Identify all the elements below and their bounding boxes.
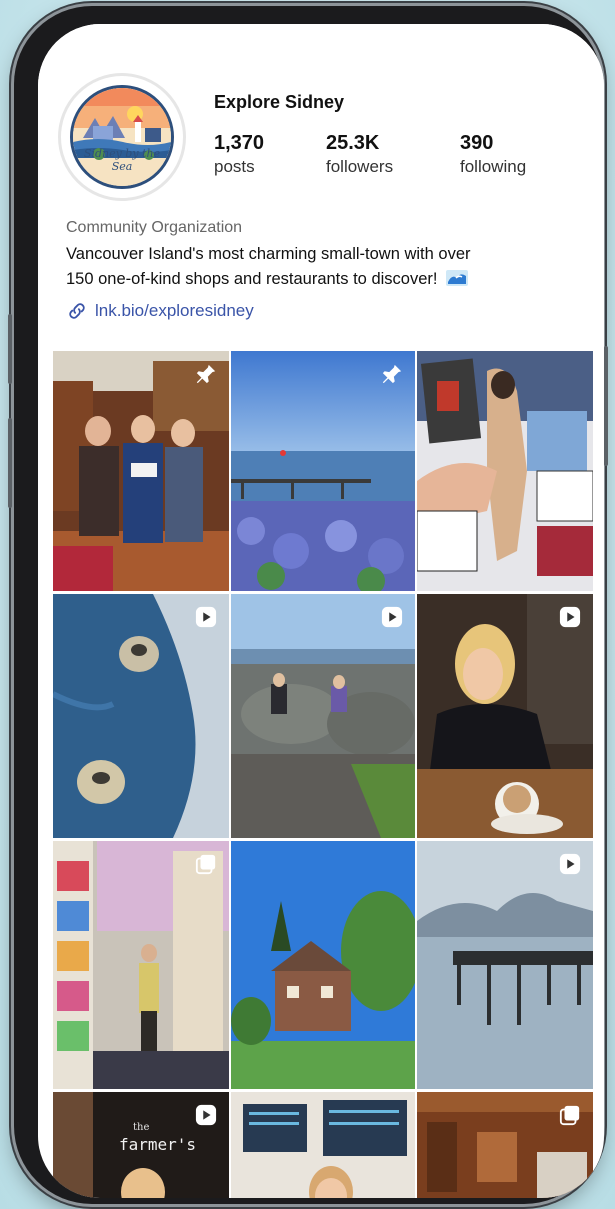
grid-post-2[interactable] xyxy=(231,351,415,591)
volume-up-button xyxy=(8,314,12,384)
power-button xyxy=(604,346,608,466)
post-10-overlay-text: farmer's xyxy=(119,1135,196,1154)
sidney-logo: Sidney by the Sea xyxy=(70,85,174,189)
profile-header: Sidney by the Sea Explore Sidney 1,370 p… xyxy=(38,24,604,351)
reel-icon xyxy=(381,606,403,628)
posts-count: 1,370 xyxy=(214,132,265,154)
grid-post-7[interactable] xyxy=(53,841,229,1089)
profile-category: Community Organization xyxy=(66,219,243,236)
bio-line-2: 150 one-of-kind shops and restaurants to… xyxy=(66,270,438,288)
following-count: 390 xyxy=(460,132,494,154)
grid-post-9[interactable] xyxy=(417,841,593,1089)
grid-post-5[interactable] xyxy=(231,594,415,838)
profile-link-text: lnk.bio/exploresidney xyxy=(95,301,254,320)
logo-text: Sidney by the Sea xyxy=(83,147,161,173)
post-4-image xyxy=(53,594,229,838)
post-8-image xyxy=(231,841,415,1089)
profile-link[interactable]: lnk.bio/exploresidney xyxy=(66,300,254,322)
post-1-image xyxy=(53,351,229,591)
post-11-image xyxy=(231,1092,415,1198)
svg-text:the: the xyxy=(133,1122,149,1133)
post-3-image xyxy=(417,351,593,591)
post-2-image xyxy=(231,351,415,591)
bio-line-2-wrap: 150 one-of-kind shops and restaurants to… xyxy=(66,267,586,292)
post-5-image xyxy=(231,594,415,838)
grid-post-3[interactable] xyxy=(417,351,593,591)
post-6-image xyxy=(417,594,593,838)
followers-stat[interactable]: 25.3K followers xyxy=(326,132,393,177)
grid-post-10[interactable]: the farmer's xyxy=(53,1092,229,1198)
reel-icon xyxy=(559,853,581,875)
pin-icon xyxy=(382,364,402,384)
reel-icon xyxy=(559,606,581,628)
followers-count: 25.3K xyxy=(326,132,380,154)
reel-icon xyxy=(195,1104,217,1126)
posts-grid: the farmer's xyxy=(53,351,593,1198)
wave-emoji-icon xyxy=(446,270,469,286)
following-label: following xyxy=(460,157,527,176)
carousel-icon xyxy=(559,1105,580,1126)
grid-post-11[interactable] xyxy=(231,1092,415,1198)
carousel-icon xyxy=(195,854,216,875)
posts-label: posts xyxy=(214,157,255,176)
post-7-image xyxy=(53,841,229,1089)
bio-line-1: Vancouver Island's most charming small-t… xyxy=(66,245,471,263)
pin-icon xyxy=(196,364,216,384)
posts-stat[interactable]: 1,370 posts xyxy=(214,132,264,177)
following-stat[interactable]: 390 following xyxy=(460,132,526,177)
reel-icon xyxy=(195,606,217,628)
grid-post-6[interactable] xyxy=(417,594,593,838)
followers-label: followers xyxy=(326,157,394,176)
grid-post-12[interactable] xyxy=(417,1092,593,1198)
post-9-image xyxy=(417,841,593,1089)
link-icon xyxy=(69,303,85,319)
instagram-profile-screen: Sidney by the Sea Explore Sidney 1,370 p… xyxy=(38,24,604,1198)
grid-post-8[interactable] xyxy=(231,841,415,1089)
phone-frame: Sidney by the Sea Explore Sidney 1,370 p… xyxy=(8,6,608,1204)
grid-post-4[interactable] xyxy=(53,594,229,838)
grid-post-1[interactable] xyxy=(53,351,229,591)
profile-name: Explore Sidney xyxy=(214,92,345,112)
volume-down-button xyxy=(8,418,12,508)
profile-avatar[interactable]: Sidney by the Sea xyxy=(58,73,186,201)
profile-bio: Vancouver Island's most charming small-t… xyxy=(66,242,586,292)
